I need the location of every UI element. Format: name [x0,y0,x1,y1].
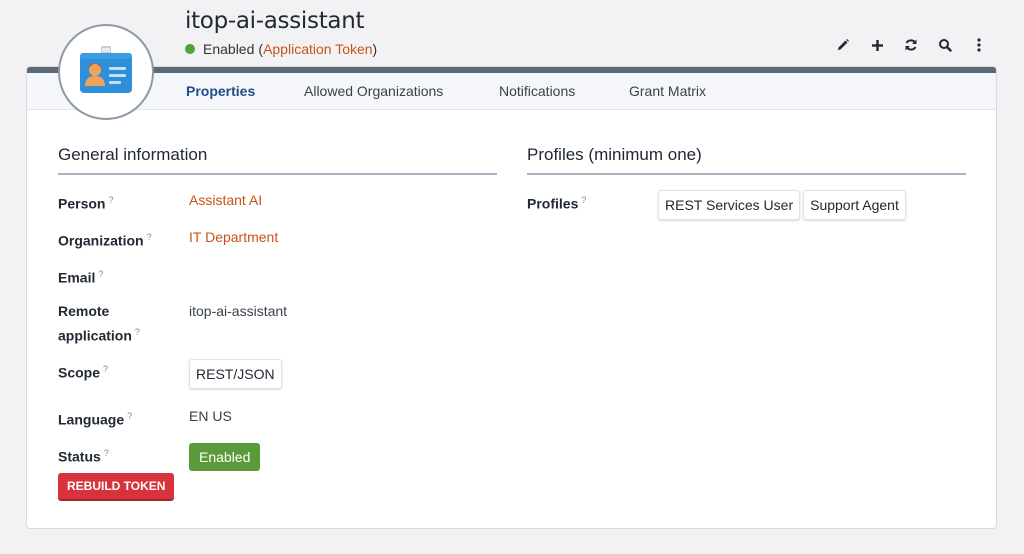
organization-label: Organization? [58,232,152,249]
tab-grant-matrix[interactable]: Grant Matrix [629,83,706,99]
edit-button[interactable] [826,36,860,54]
language-value: EN US [189,408,232,424]
language-label: Language? [58,411,133,428]
tab-properties[interactable]: Properties [186,83,255,99]
remote-application-label: Remote application? [58,303,140,344]
search-button[interactable] [928,36,962,54]
person-label: Person? [58,195,114,212]
pencil-icon [838,39,849,50]
status-label: Enabled [203,41,255,57]
refresh-icon [905,39,917,51]
help-icon[interactable]: ? [103,364,108,374]
toolbar [826,36,996,54]
profiles-label: Profiles? [527,195,587,212]
profile-pill-support-agent: Support Agent [803,190,906,220]
page: Properties Allowed Organizations Notific… [0,0,1024,554]
remote-application-value: itop-ai-assistant [189,303,288,319]
organization-value-link[interactable]: IT Department [189,227,278,248]
refresh-button[interactable] [894,36,928,54]
help-icon[interactable]: ? [147,232,152,242]
tab-allowed-organizations[interactable]: Allowed Organizations [304,83,443,99]
status-enabled-badge: Enabled [189,443,261,471]
scope-label: Scope? [58,364,109,381]
more-vertical-icon [977,38,981,52]
profile-pill-rest-services-user: REST Services User [658,190,801,220]
status-label: Status? [58,448,109,465]
status-paren: (Application Token) [258,41,378,57]
scope-value: REST/JSON [189,359,282,389]
help-icon[interactable]: ? [108,195,113,205]
avatar [58,24,154,120]
status-dot-icon [185,44,195,54]
general-information-section: General information [58,145,497,175]
more-actions-button[interactable] [962,36,996,54]
new-button[interactable] [860,36,894,54]
general-information-title: General information [58,145,497,175]
header-status: Enabled (Application Token) [185,41,377,57]
profiles-list: REST Services User Support Agent [658,190,906,220]
help-icon[interactable]: ? [104,448,109,458]
help-icon[interactable]: ? [581,195,586,205]
tab-bar: Properties Allowed Organizations Notific… [27,73,996,110]
tab-notifications[interactable]: Notifications [499,83,575,99]
rebuild-token-button[interactable]: REBUILD TOKEN [58,473,175,501]
help-icon[interactable]: ? [127,411,132,421]
profiles-section: Profiles (minimum one) [527,145,966,175]
help-icon[interactable]: ? [98,269,103,279]
application-token-link[interactable]: Application Token [263,41,372,57]
search-icon [939,39,952,52]
help-icon[interactable]: ? [135,327,140,337]
details-panel: Properties Allowed Organizations Notific… [26,66,997,529]
id-badge-icon [80,46,132,93]
plus-icon [871,39,883,51]
person-value-link[interactable]: Assistant AI [189,190,262,211]
page-title: itop-ai-assistant [185,8,365,34]
scope-pill: REST/JSON [189,359,282,389]
profiles-title: Profiles (minimum one) [527,145,966,175]
email-label: Email? [58,269,104,286]
